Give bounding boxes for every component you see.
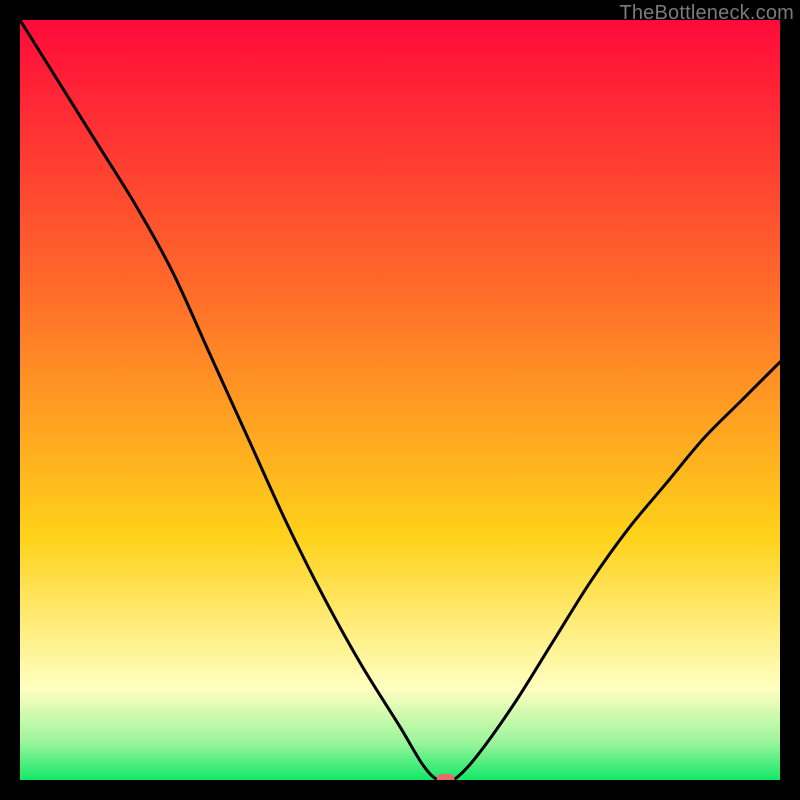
optimum-marker bbox=[437, 774, 455, 780]
bottleneck-chart bbox=[20, 20, 780, 780]
gradient-background bbox=[20, 20, 780, 780]
chart-frame: TheBottleneck.com bbox=[0, 0, 800, 800]
